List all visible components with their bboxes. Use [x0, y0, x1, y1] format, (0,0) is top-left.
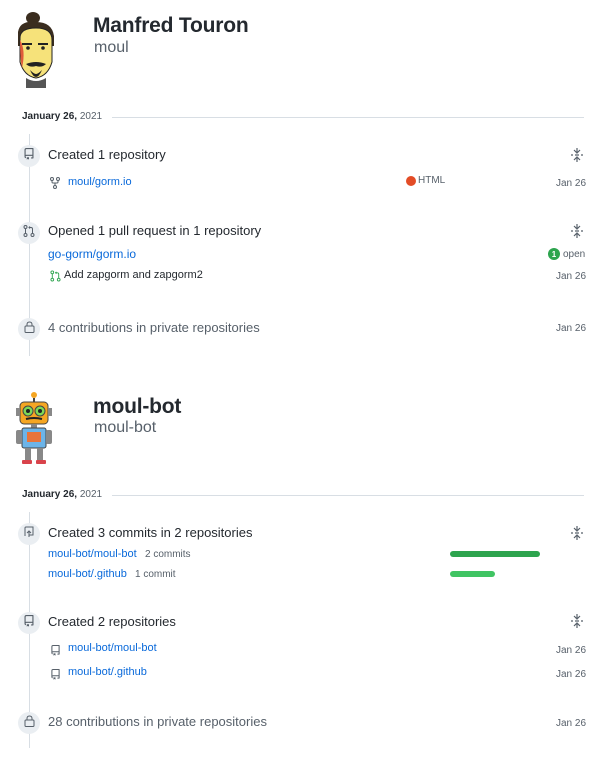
open-count-badge: 1 open: [548, 248, 585, 260]
unfold-icon[interactable]: [571, 614, 583, 633]
git-pull-request-icon: [50, 269, 61, 287]
lock-icon: [24, 320, 35, 338]
timeline-badge: [18, 145, 40, 167]
language-label: HTML: [418, 175, 446, 186]
event-title: 4 contributions in private repositories: [48, 320, 260, 335]
date-day: January 26,: [22, 489, 78, 500]
timeline-badge: [18, 712, 40, 734]
event-title: 28 contributions in private repositories: [48, 714, 267, 729]
date-year: 2021: [79, 489, 103, 500]
event-date: Jan 26: [556, 718, 587, 729]
unfold-icon[interactable]: [571, 224, 583, 243]
user-login[interactable]: moul-bot: [94, 419, 156, 437]
commit-progress-bar: [450, 571, 495, 577]
timeline-badge: [18, 318, 40, 340]
event-title: Created 3 commits in 2 repositories: [48, 525, 253, 540]
commit-count: 1 commit: [135, 569, 176, 580]
user-full-name[interactable]: Manfred Touron: [93, 14, 249, 38]
timeline-badge: [18, 612, 40, 634]
avatar[interactable]: [8, 10, 64, 88]
commit-progress-bar: [450, 551, 540, 557]
commit-repo-link[interactable]: moul-bot/.github: [48, 568, 127, 580]
pull-request-title[interactable]: Add zapgorm and zapgorm2: [64, 269, 203, 281]
event-title: Created 1 repository: [48, 147, 166, 162]
user-login[interactable]: moul: [94, 39, 129, 57]
event-date: Jan 26: [556, 645, 587, 656]
repo-icon: [50, 667, 61, 685]
date-day: January 26,: [22, 111, 78, 122]
timeline-badge: [18, 523, 40, 545]
repo-link[interactable]: moul-bot/.github: [68, 666, 147, 678]
date-year: 2021: [79, 111, 103, 122]
event-date: Jan 26: [556, 323, 587, 334]
user-full-name[interactable]: moul-bot: [93, 395, 181, 419]
repo-push-icon: [23, 525, 35, 543]
repo-icon: [23, 147, 35, 165]
event-title: Created 2 repositories: [48, 614, 176, 629]
unfold-icon[interactable]: [571, 148, 583, 167]
repo-icon: [23, 614, 35, 632]
language-color-dot: [406, 176, 416, 186]
commit-repo-link[interactable]: moul-bot/moul-bot: [48, 548, 137, 560]
date-divider: [112, 495, 584, 496]
open-count: 1: [548, 248, 560, 260]
event-date: Jan 26: [556, 669, 587, 680]
date-divider: [112, 117, 584, 118]
unfold-icon[interactable]: [571, 526, 583, 545]
commit-count: 2 commits: [145, 549, 191, 560]
event-date: Jan 26: [556, 178, 587, 189]
repo-link[interactable]: go-gorm/gorm.io: [48, 247, 136, 261]
open-label: open: [563, 248, 586, 260]
timeline-badge: [18, 222, 40, 244]
date-header: January 26, 2021: [22, 489, 102, 500]
avatar[interactable]: [10, 390, 58, 466]
lock-icon: [24, 714, 35, 732]
date-header: January 26, 2021: [22, 111, 102, 122]
event-date: Jan 26: [556, 271, 587, 282]
event-title: Opened 1 pull request in 1 repository: [48, 223, 262, 238]
repo-forked-icon: [50, 176, 60, 194]
repo-link[interactable]: moul-bot/moul-bot: [68, 642, 157, 654]
git-pull-request-icon: [23, 224, 35, 242]
repo-icon: [50, 643, 61, 661]
repo-link[interactable]: moul/gorm.io: [68, 176, 132, 188]
